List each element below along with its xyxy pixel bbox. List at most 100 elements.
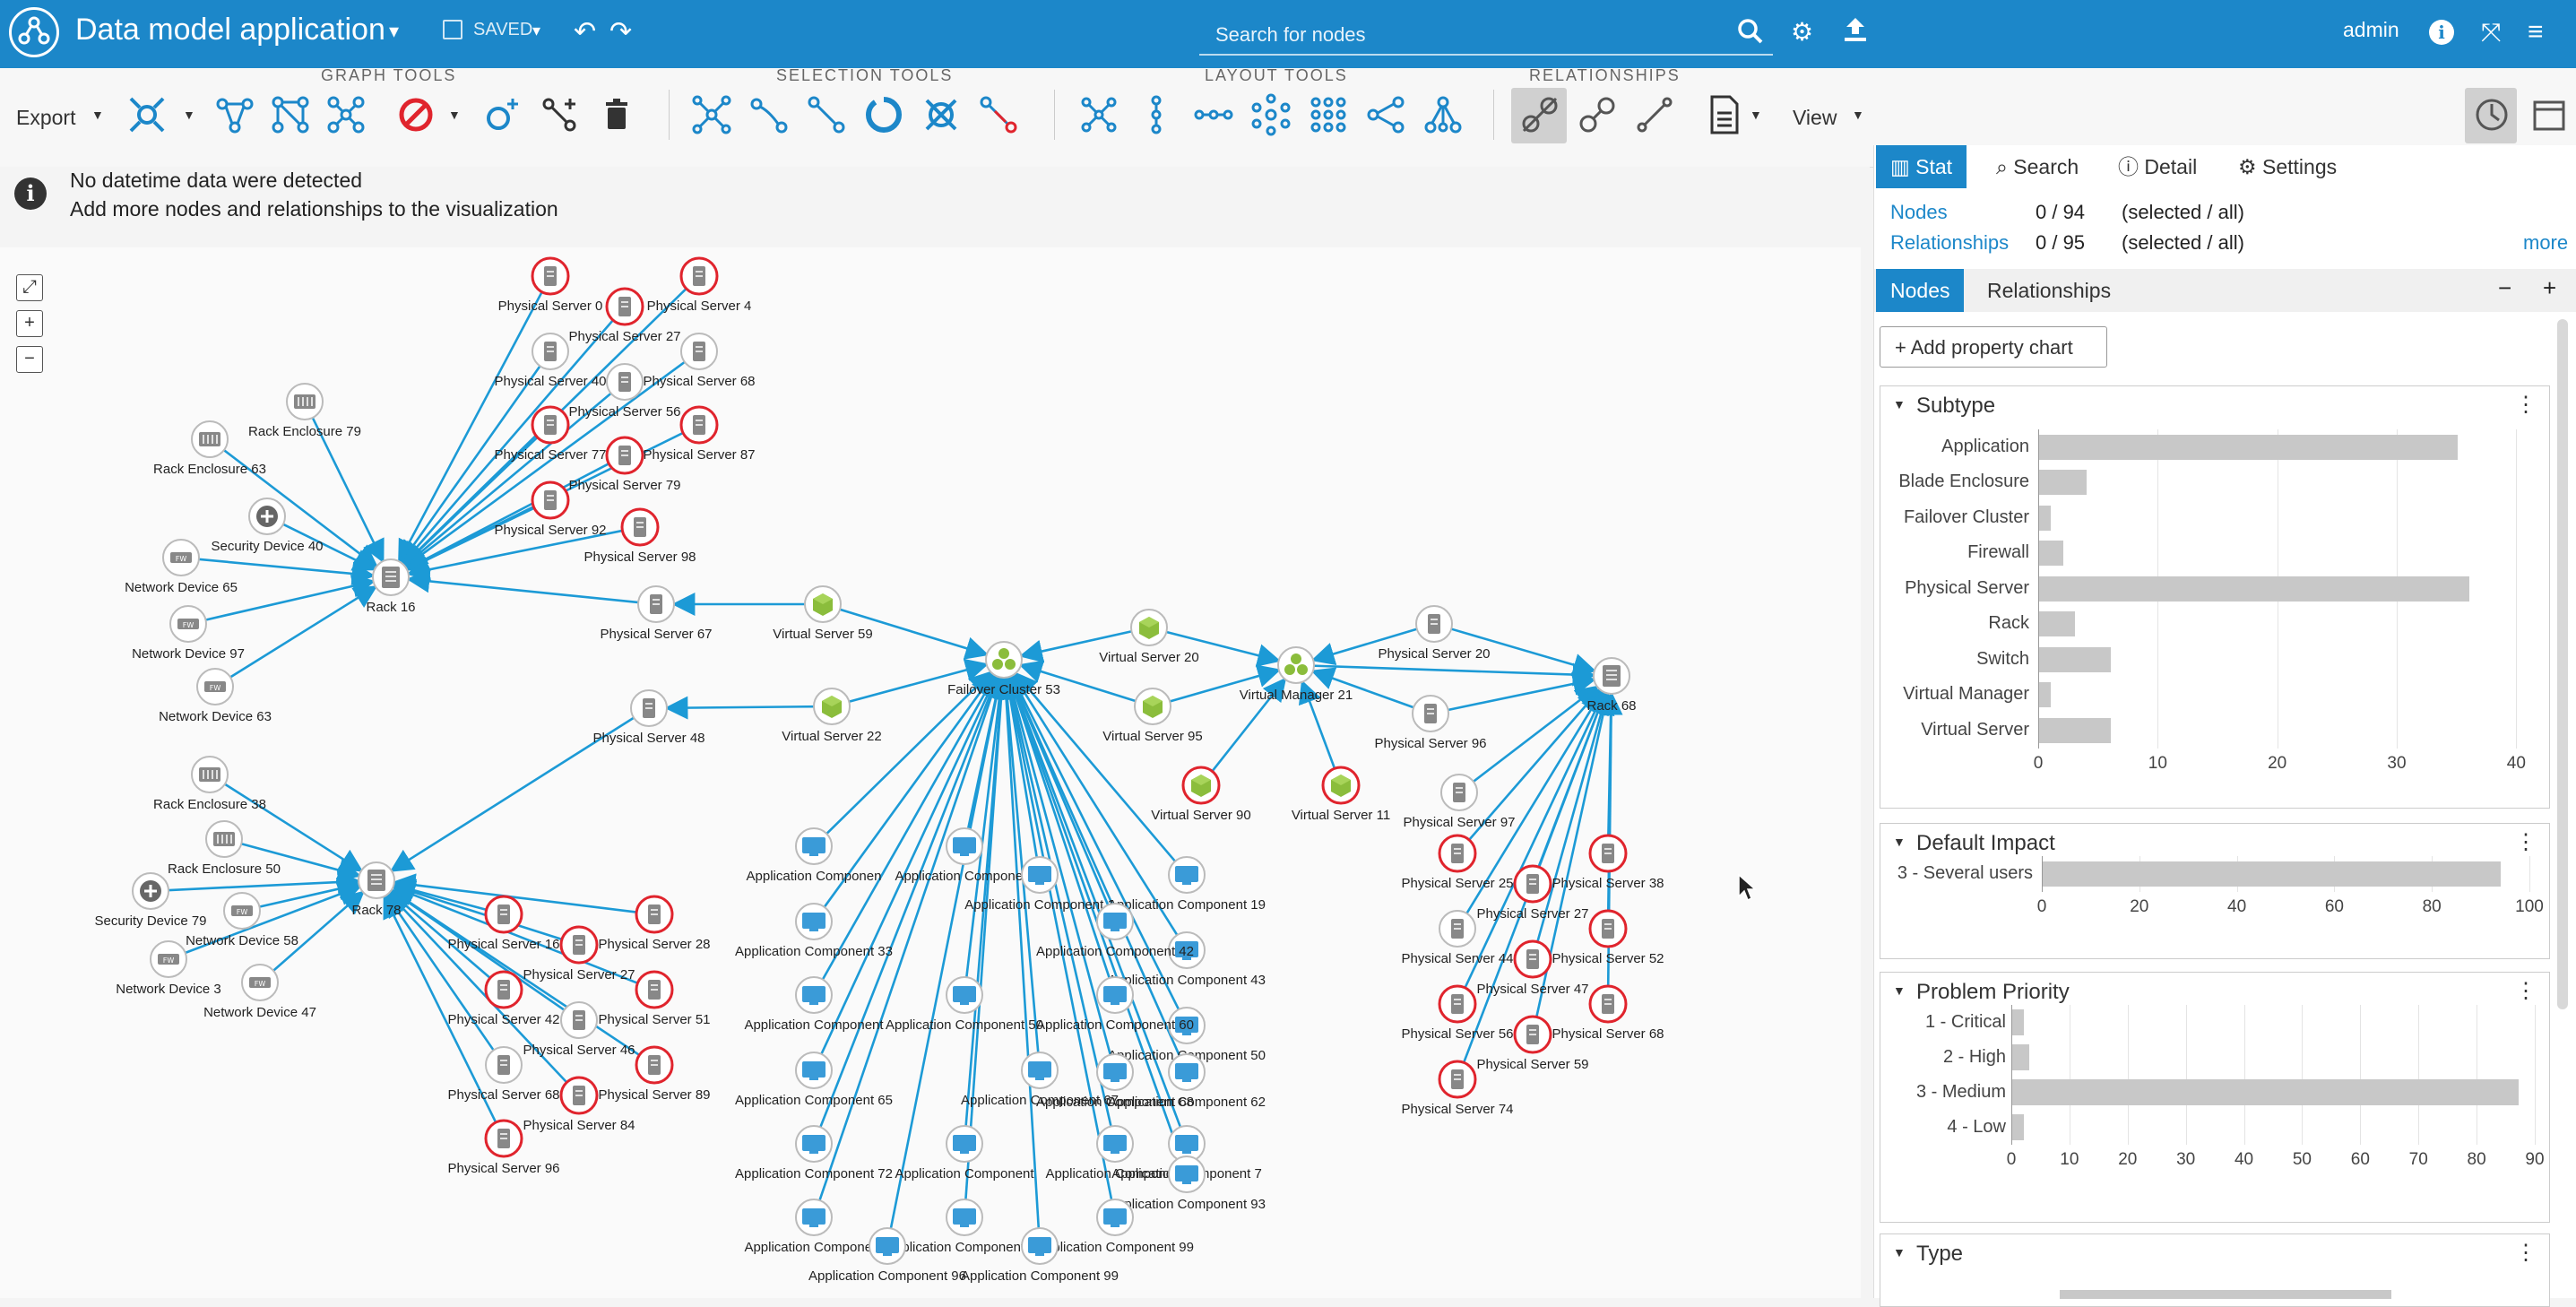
graph-node-app[interactable]: Application Component (744, 976, 884, 1033)
chart-bar[interactable] (2039, 682, 2052, 708)
graph-node-server[interactable]: Physical Server 4 (647, 256, 752, 314)
menu-icon[interactable]: ≡ (2528, 16, 2544, 48)
deselect-icon[interactable] (920, 93, 963, 136)
relationships-link[interactable]: Relationships (1890, 231, 2009, 255)
select-red-path-icon[interactable] (977, 93, 1020, 136)
relationship-edge[interactable] (664, 696, 817, 720)
graph-node-app[interactable]: Application Component 97 (886, 1199, 1043, 1255)
fullscreen-icon[interactable]: ⤧ (2481, 16, 2501, 48)
graph-node-server[interactable]: Physical Server 84 (523, 1076, 635, 1133)
relationship-curved-icon[interactable] (1518, 93, 1561, 136)
undo-icon[interactable]: ↶ (574, 16, 596, 48)
app-logo-icon[interactable] (9, 7, 59, 57)
chart-bar[interactable] (2043, 861, 2502, 887)
graph-node-server[interactable]: Physical Server 27 (523, 925, 635, 982)
graph-node-app[interactable]: Application Component 93 (1108, 1156, 1266, 1212)
chart-menu-icon[interactable]: ⋮ (2515, 829, 2537, 855)
graph-node-server[interactable]: Physical Server 97 (1403, 774, 1516, 830)
layout-force-icon[interactable] (1077, 93, 1120, 136)
layout-grid-icon[interactable] (1307, 93, 1350, 136)
graph-node-virtual[interactable]: Virtual Server 11 (1292, 766, 1390, 823)
chart-collapse-caret-icon[interactable]: ▼ (1893, 835, 1906, 849)
node-ring[interactable] (1277, 646, 1315, 684)
select-path-icon[interactable] (748, 93, 791, 136)
graph-node-rack[interactable]: Rack 68 (1586, 657, 1637, 714)
layout-horizontal-icon[interactable] (1192, 93, 1235, 136)
relationship-edge[interactable] (994, 675, 1041, 1231)
search-input[interactable] (1214, 22, 1719, 48)
graph-node-network[interactable]: FW Network Device 63 (159, 668, 272, 724)
select-shortest-path-icon[interactable] (805, 93, 848, 136)
redo-icon[interactable]: ↷ (609, 16, 632, 48)
relationship-edge[interactable] (1010, 673, 1181, 1012)
layout-hierarchy-icon[interactable] (1422, 93, 1465, 136)
relationship-edge[interactable] (406, 569, 641, 604)
relationship-edge[interactable] (196, 558, 376, 585)
tree-tool-icon[interactable] (324, 93, 367, 136)
title-caret-icon[interactable]: ▾ (389, 20, 399, 43)
graph-svg[interactable]: Physical Server 0 Physical Server 4 Physic… (0, 247, 1861, 1298)
graph-node-app[interactable]: Application Component 99 (961, 1227, 1119, 1284)
collapse-all-icon[interactable]: − (2498, 274, 2511, 302)
calendar-panel-icon[interactable] (2528, 93, 2571, 136)
delete-icon[interactable] (595, 93, 638, 136)
timeline-icon[interactable] (2470, 93, 2513, 136)
chart-menu-icon[interactable]: ⋮ (2515, 392, 2537, 418)
tab-settings[interactable]: ⚙ Settings (2224, 145, 2351, 188)
graph-node-network[interactable]: FW Network Device 3 (116, 940, 221, 997)
tab-detail[interactable]: ⓘ Detail (2104, 145, 2211, 188)
chart-title[interactable]: Problem Priority (1916, 980, 2070, 1005)
search-icon[interactable] (1737, 18, 1764, 49)
graph-node-app[interactable]: Application Component 19 (1108, 856, 1266, 913)
relationship-edge[interactable] (271, 890, 365, 974)
tab-search[interactable]: ⌕ Search (1982, 145, 2093, 188)
graph-node-server[interactable]: Physical Server 28 (598, 895, 711, 952)
relationship-edge[interactable] (257, 877, 362, 909)
graph-node-enclosure[interactable]: Rack Enclosure 38 (153, 756, 266, 812)
graph-node-server[interactable]: Physical Server 20 (1378, 605, 1491, 662)
add-node-icon[interactable] (480, 93, 523, 136)
export-caret-icon[interactable]: ▼ (91, 108, 104, 122)
layout-share-icon[interactable] (1364, 93, 1407, 136)
relationship-straight-icon[interactable] (1633, 93, 1676, 136)
relationship-edge[interactable] (385, 893, 496, 1052)
chart-bar[interactable] (2039, 646, 2111, 672)
chart-title[interactable]: Default Impact (1916, 831, 2055, 856)
fit-view-button[interactable]: ⤢ (16, 274, 43, 301)
graph-node-server[interactable]: Physical Server 96 (1374, 695, 1487, 751)
chart-bar[interactable] (2039, 434, 2458, 460)
layout-radial-icon[interactable] (1249, 93, 1292, 136)
chart-title[interactable]: Subtype (1916, 394, 1995, 419)
graph-node-app[interactable]: Application Component 33 (735, 903, 893, 959)
graph-node-server[interactable]: Physical Server 48 (592, 689, 705, 746)
graph-node-app[interactable]: Application Component 72 (735, 1125, 893, 1181)
network-tool-icon[interactable] (269, 93, 312, 136)
hub-node-icon[interactable] (125, 93, 169, 136)
document-icon[interactable] (1703, 93, 1746, 136)
graph-node-server[interactable]: Physical Server 0 (498, 256, 603, 314)
graph-node-server[interactable]: Physical Server 27 (568, 287, 681, 344)
upload-icon[interactable] (1843, 16, 1868, 51)
path-tool-icon[interactable] (213, 93, 256, 136)
add-property-chart-button[interactable]: + Add property chart (1880, 326, 2107, 368)
panel-scrollbar[interactable] (2557, 319, 2568, 1009)
graph-node-security[interactable]: Security Device 40 (211, 498, 324, 554)
chart-title[interactable]: Type (1916, 1242, 1963, 1267)
app-title[interactable]: Data model application (75, 13, 385, 48)
chart-collapse-caret-icon[interactable]: ▼ (1893, 1245, 1906, 1259)
graph-node-enclosure[interactable]: Rack Enclosure 79 (248, 383, 361, 439)
chart-bar[interactable] (2039, 611, 2075, 637)
hide-nodes-icon[interactable] (394, 93, 437, 136)
subtab-nodes[interactable]: Nodes (1876, 269, 1965, 312)
zoom-out-button[interactable]: − (16, 346, 43, 373)
more-link[interactable]: more (2523, 231, 2568, 255)
graph-node-security[interactable]: Security Device 79 (94, 872, 207, 929)
graph-node-app[interactable]: Application Component 65 (735, 1052, 893, 1108)
chart-bar[interactable] (2039, 541, 2063, 567)
graph-node-server[interactable]: Physical Server 38 (1552, 834, 1664, 891)
graph-node-app[interactable]: Application Component 43 (1108, 931, 1266, 988)
chart-bar[interactable] (2012, 1009, 2024, 1035)
chart-bar[interactable] (2039, 576, 2469, 602)
relationship-edge[interactable] (1311, 662, 1596, 687)
relationship-edge[interactable] (228, 585, 378, 679)
